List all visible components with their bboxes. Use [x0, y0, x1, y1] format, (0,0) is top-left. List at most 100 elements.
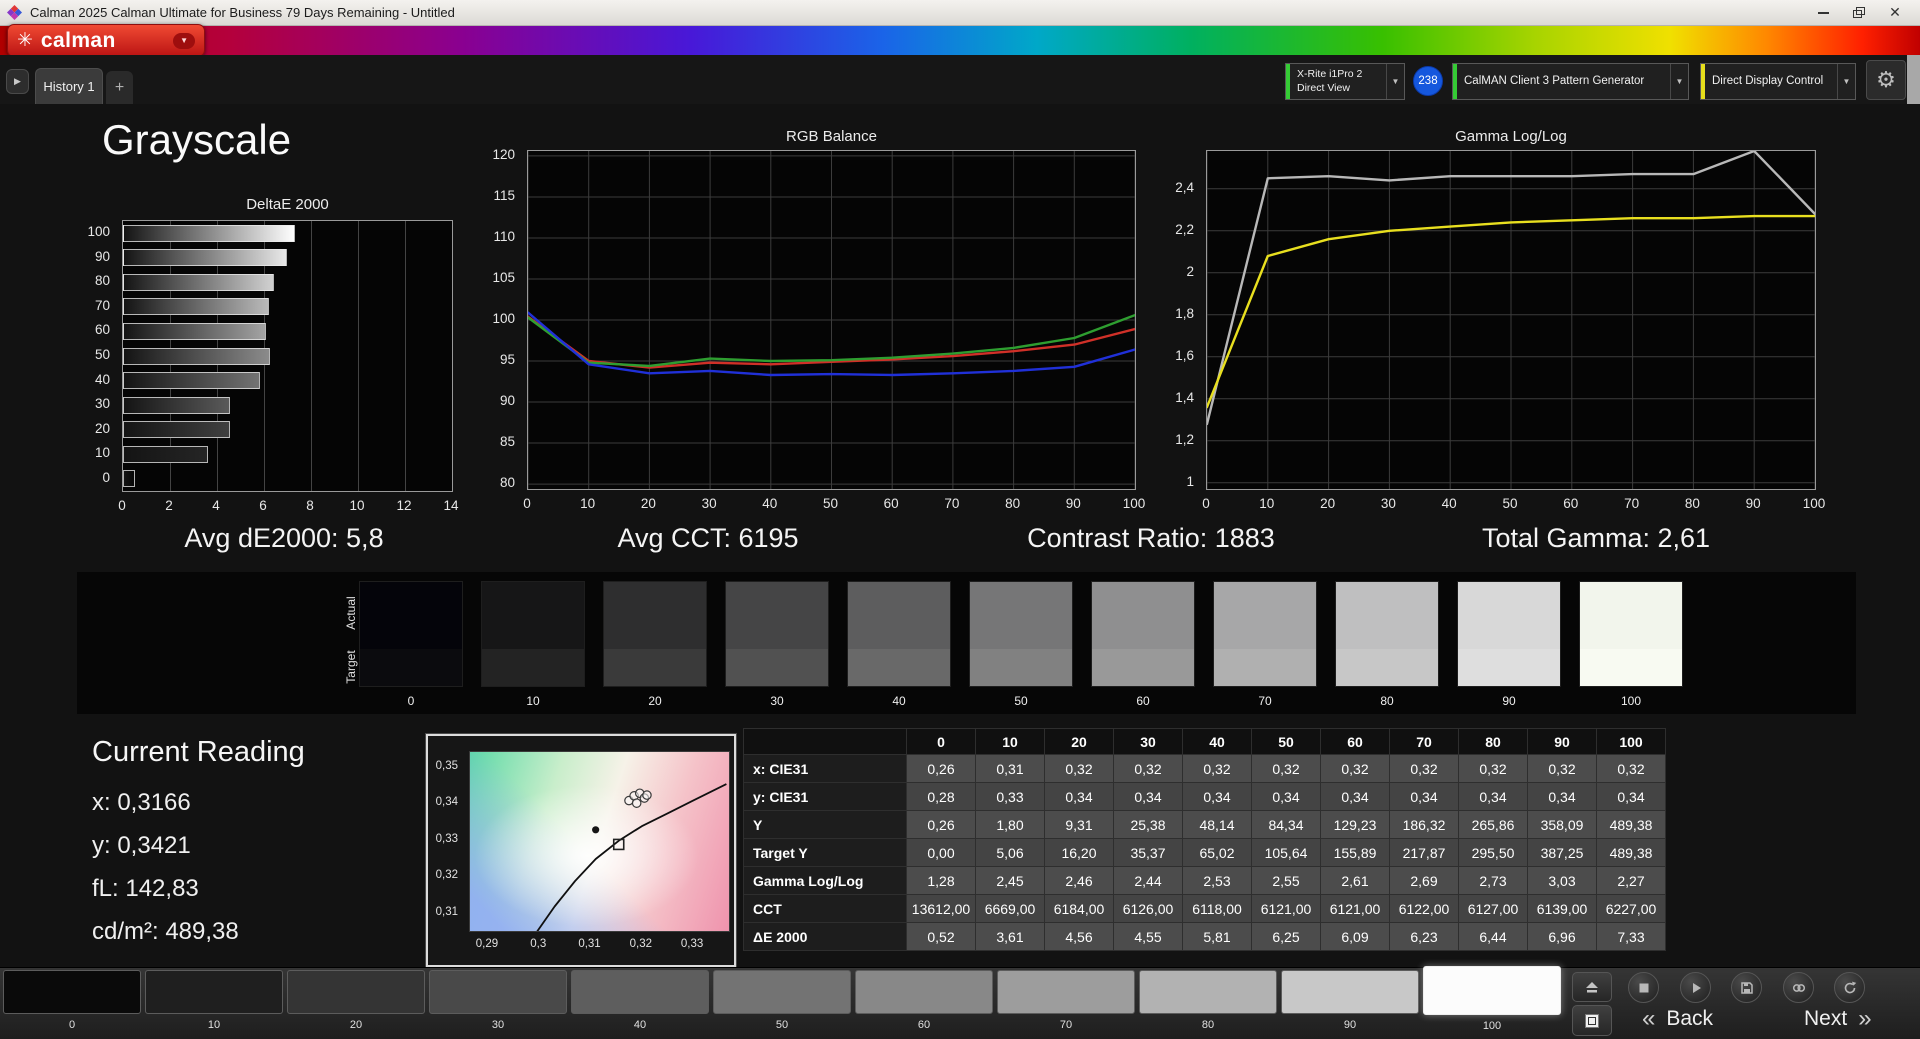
gamma-plot-y-tick-label: 2: [1186, 263, 1194, 279]
rgb-plot-y-tick-label: 110: [493, 228, 515, 244]
swatch-target: [848, 649, 950, 686]
current-reading-fl: fL: 142,83: [92, 875, 199, 902]
swatch-box: [847, 581, 951, 687]
current-reading-title: Current Reading: [92, 736, 305, 768]
add-tab-button[interactable]: +: [106, 71, 133, 104]
link-meter-button[interactable]: [1783, 972, 1814, 1003]
pattern-patch-button[interactable]: 50: [713, 970, 851, 1031]
minimize-button[interactable]: [1805, 0, 1841, 25]
back-button[interactable]: « Back: [1642, 1007, 1713, 1031]
table-column-header: 40: [1182, 728, 1252, 755]
display-control-dropdown[interactable]: Direct Display Control ▼: [1700, 63, 1856, 100]
save-button[interactable]: [1731, 972, 1762, 1003]
table-cell: 6,44: [1458, 922, 1528, 951]
chevron-down-icon: ▼: [1386, 64, 1404, 99]
table-cell: 0,26: [906, 754, 976, 783]
current-reading-cdm2: cd/m²: 489,38: [92, 918, 239, 945]
gamma-plot-x-tick-label: 40: [1441, 496, 1457, 511]
restore-button[interactable]: [1841, 0, 1877, 25]
swatch-actual: [1336, 582, 1438, 649]
calman-logo-text: calman: [40, 29, 116, 52]
cie-daylight-locus: [535, 783, 727, 933]
table-cell: 295,50: [1458, 838, 1528, 867]
deltae-x-tick-label: 10: [349, 498, 365, 513]
minimize-icon: [1817, 11, 1829, 14]
deltae-chart-title: DeltaE 2000: [246, 196, 329, 213]
table-cell: 6121,00: [1320, 894, 1390, 923]
refresh-button[interactable]: [1834, 972, 1865, 1003]
table-cell: 0,32: [1044, 754, 1114, 783]
deltae-bar: [123, 372, 260, 390]
grayscale-swatch: 60: [1091, 581, 1195, 708]
nav-arrow-icon: ▶: [14, 76, 21, 86]
swatch-actual: [482, 582, 584, 649]
table-cell: 2,27: [1596, 866, 1666, 895]
next-button-label: Next: [1804, 1007, 1848, 1030]
meter-dropdown[interactable]: X-Rite i1Pro 2 Direct View ▼: [1285, 63, 1405, 100]
swatch-target: [1580, 649, 1682, 686]
rgb-xlabels: 0 10 20 30 40 50 60 70 80 90 100: [523, 496, 1145, 514]
table-cell: 1,80: [975, 810, 1045, 839]
pattern-generator-dropdown[interactable]: CalMAN Client 3 Pattern Generator ▼: [1452, 63, 1689, 100]
rgb-plot-y-tick-label: 120: [492, 146, 515, 162]
display-status-indicator: [1701, 64, 1705, 99]
play-button[interactable]: [1680, 972, 1711, 1003]
swatch-actual: [726, 582, 828, 649]
layout-nav-button[interactable]: ▶: [6, 69, 29, 94]
pattern-patch-button[interactable]: 0: [3, 970, 141, 1031]
calman-menu-button[interactable]: ✳ calman ▼: [7, 24, 205, 57]
next-button[interactable]: Next »: [1804, 1007, 1872, 1031]
eject-button[interactable]: [1572, 972, 1612, 1002]
rgb-plot-x-tick-label: 30: [701, 496, 717, 511]
patch-label: 60: [917, 1019, 931, 1031]
swatch-label: 50: [1014, 694, 1028, 708]
table-cell: 0,34: [1389, 782, 1459, 811]
pattern-patch-button[interactable]: 20: [287, 970, 425, 1031]
deltae-x-tick-label: 8: [306, 498, 314, 513]
rgb-plot-x-tick-label: 90: [1065, 496, 1081, 511]
cie-x-tick-label: 0,3: [530, 938, 547, 950]
deltae-y-tick-label: 60: [94, 322, 110, 338]
cie-svg: [535, 783, 727, 933]
page-title: Grayscale: [102, 116, 292, 163]
swatch-target: [604, 649, 706, 686]
deltae-y-tick-label: 0: [102, 469, 110, 485]
pattern-patch-button[interactable]: 10: [145, 970, 283, 1031]
table-column-header: 50: [1251, 728, 1321, 755]
pattern-patch-button[interactable]: 100: [1423, 966, 1561, 1032]
grayscale-swatch: 30: [725, 581, 829, 708]
gamma-plot-x-tick-label: 60: [1563, 496, 1579, 511]
table-cell: 9,31: [1044, 810, 1114, 839]
table-cell: 489,38: [1596, 838, 1666, 867]
close-button[interactable]: ✕: [1877, 0, 1913, 25]
pattern-patch-button[interactable]: 30: [429, 970, 567, 1031]
table-cell: 0,32: [1182, 754, 1252, 783]
deltae-y-tick-label: 90: [94, 248, 110, 264]
rgb-plot-x-tick-label: 40: [762, 496, 778, 511]
tab-history-1[interactable]: History 1: [35, 68, 103, 104]
grayscale-swatch: 20: [603, 581, 707, 708]
patch-swatch: [571, 970, 709, 1014]
current-reading-y: y: 0,3421: [92, 832, 191, 859]
cie-y-tick-label: 0,32: [435, 869, 458, 882]
pattern-patch-button[interactable]: 40: [571, 970, 709, 1031]
gamma-chart-title: Gamma Log/Log: [1455, 128, 1567, 145]
stop-button[interactable]: [1628, 972, 1659, 1003]
pattern-patch-button[interactable]: 80: [1139, 970, 1277, 1031]
pattern-patch-button[interactable]: 90: [1281, 970, 1419, 1031]
deltae-bar: [123, 347, 270, 365]
gamma-plot-y-tick-label: 1,4: [1175, 389, 1194, 405]
table-column-header: 30: [1113, 728, 1183, 755]
pattern-patch-button[interactable]: 60: [855, 970, 993, 1031]
swatch-box: [1457, 581, 1561, 687]
gamma-plot-y-tick-label: 2,2: [1175, 221, 1194, 237]
main-content: Grayscale DeltaE 2000 100 90 80 70 60 50 40 30 2…: [0, 104, 1920, 967]
side-panel-edge[interactable]: [1907, 55, 1920, 104]
swatch-label: 10: [526, 694, 540, 708]
pattern-window-button[interactable]: [1572, 1005, 1612, 1036]
settings-button[interactable]: ⚙: [1866, 60, 1906, 100]
table-cell: 13612,00: [906, 894, 976, 923]
cie-x-tick-label: 0,31: [578, 938, 601, 950]
gamma-plot-x-tick-label: 0: [1202, 496, 1210, 511]
pattern-patch-button[interactable]: 70: [997, 970, 1135, 1031]
